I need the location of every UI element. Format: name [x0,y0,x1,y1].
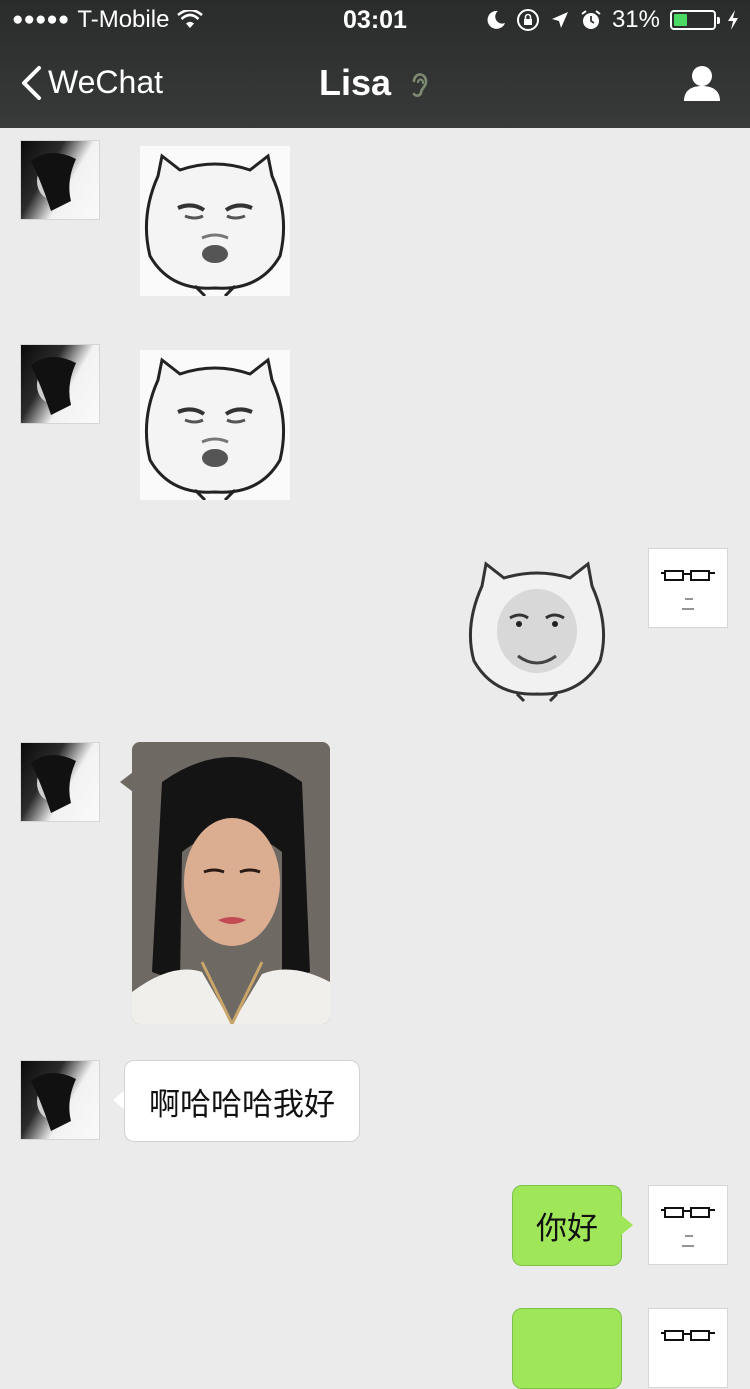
do-not-disturb-moon-icon [487,10,505,29]
lisa-avatar[interactable] [20,140,100,220]
location-arrow-icon [551,12,568,28]
lisa-avatar[interactable] [20,1060,100,1140]
grumpy-cat-sticker[interactable] [140,146,290,296]
contact-name: Lisa [318,62,392,103]
smiling-man-cat-sticker[interactable] [462,556,612,706]
sent-text-bubble[interactable]: 你好 [512,1185,622,1266]
status-bar: ●●●●● T-Mobile 03:01 31% [0,0,750,40]
my-avatar[interactable] [648,548,728,628]
earpiece-mode-icon [412,73,428,98]
portrait-image [31,152,76,211]
top-bar: ●●●●● T-Mobile 03:01 31% WeChat Lisa [0,0,750,128]
portrait-image [31,356,76,415]
glasses-face-drawing [661,570,715,610]
lisa-avatar[interactable] [20,742,100,822]
person-icon [684,66,720,101]
contact-profile-button[interactable] [682,64,722,107]
battery-percentage: 31% [611,6,660,33]
glasses-face-drawing [661,1207,715,1247]
selfie-photo [132,742,330,1024]
battery-icon [670,10,720,30]
alarm-clock-icon [581,10,601,29]
my-avatar[interactable] [648,1308,728,1388]
photo-message[interactable] [132,742,330,1024]
battery-level-fill [674,14,688,26]
my-avatar[interactable] [648,1185,728,1265]
portrait-image [31,754,76,813]
portrait-image [31,1072,76,1131]
sent-text-bubble[interactable] [512,1308,622,1389]
glasses-face-drawing [661,1330,715,1341]
grumpy-cat-sticker[interactable] [140,350,290,500]
received-text-bubble[interactable]: 啊哈哈哈我好 [124,1060,360,1142]
charging-bolt-icon [728,10,738,30]
chat-title: Lisa [0,62,750,104]
rotation-lock-icon [516,9,539,31]
message-text: 啊哈哈哈我好 [149,1086,335,1123]
nav-bar: WeChat Lisa [0,40,750,128]
bubble-tail [621,1215,633,1235]
message-text: 你好 [536,1211,598,1247]
lisa-avatar[interactable] [20,344,100,424]
